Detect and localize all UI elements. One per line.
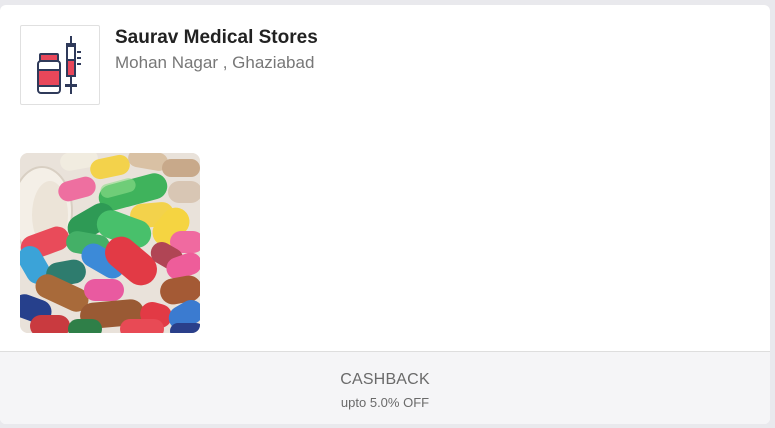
offer-footer[interactable]: CASHBACK upto 5.0% OFF — [0, 351, 770, 424]
medicine-syringe-icon — [37, 36, 81, 94]
store-card[interactable]: Saurav Medical Stores Mohan Nagar , Ghaz… — [0, 5, 770, 424]
cashback-title: CASHBACK — [340, 371, 430, 388]
store-name[interactable]: Saurav Medical Stores — [115, 27, 318, 49]
store-location: Mohan Nagar , Ghaziabad — [115, 53, 315, 72]
store-photo[interactable] — [20, 153, 200, 333]
cashback-subtitle: upto 5.0% OFF — [340, 395, 430, 410]
pills-photo — [20, 153, 200, 333]
store-logo — [20, 25, 100, 105]
